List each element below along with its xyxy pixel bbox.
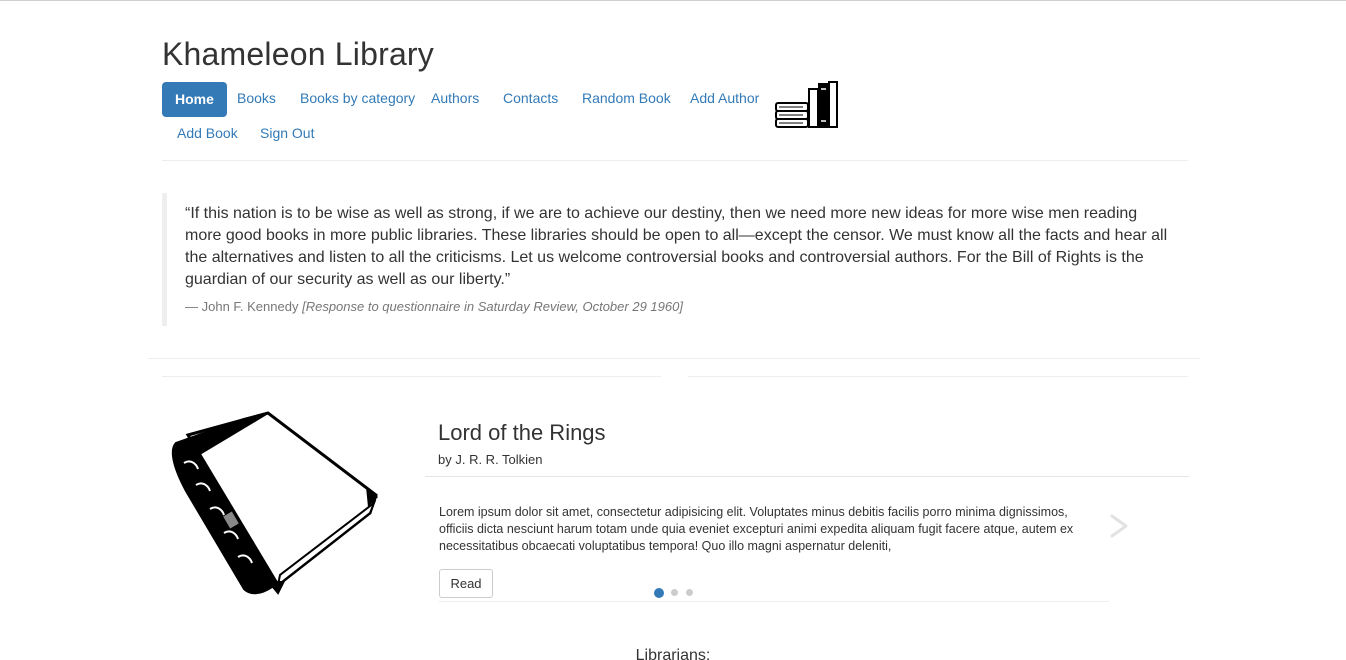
books-stack-icon	[775, 81, 838, 128]
quote-text: “If this nation is to be wise as well as…	[185, 205, 1168, 288]
carousel-dot-1[interactable]	[654, 588, 664, 598]
nav-books[interactable]: Books	[224, 81, 289, 116]
book-divider	[425, 476, 1189, 477]
blockquote-bar	[162, 193, 167, 326]
quote-footer: — John F. Kennedy [Response to questionn…	[185, 299, 683, 314]
nav-authors[interactable]: Authors	[418, 81, 492, 116]
book-icon	[171, 411, 378, 595]
site-title: Khameleon Library	[162, 36, 434, 72]
book-title: Lord of the Rings	[438, 420, 606, 445]
nav-add-author[interactable]: Add Author	[677, 81, 772, 116]
librarians-heading: Librarians:	[635, 647, 711, 660]
quote-source: [Response to questionnaire in Saturday R…	[302, 299, 683, 314]
book-author: by J. R. R. Tolkien	[438, 452, 543, 467]
quote-author: — John F. Kennedy	[185, 299, 299, 314]
read-button[interactable]: Read	[439, 569, 493, 598]
carousel-dot-3[interactable]	[686, 589, 693, 596]
chevron-right-icon[interactable]	[1106, 513, 1132, 539]
nav-add-book[interactable]: Add Book	[164, 116, 251, 151]
nav-sign-out[interactable]: Sign Out	[247, 116, 327, 151]
carousel-dot-2[interactable]	[671, 589, 678, 596]
nav-random-book[interactable]: Random Book	[569, 81, 684, 116]
book-description: Lorem ipsum dolor sit amet, consectetur …	[439, 505, 1074, 553]
nav-books-by-category[interactable]: Books by category	[287, 81, 428, 116]
section-divider-left	[162, 376, 661, 377]
section-divider-right	[688, 376, 1188, 377]
carousel-divider	[439, 601, 1109, 602]
header-divider	[162, 160, 1188, 161]
nav-home[interactable]: Home	[162, 82, 227, 117]
nav-contacts[interactable]: Contacts	[490, 81, 571, 116]
